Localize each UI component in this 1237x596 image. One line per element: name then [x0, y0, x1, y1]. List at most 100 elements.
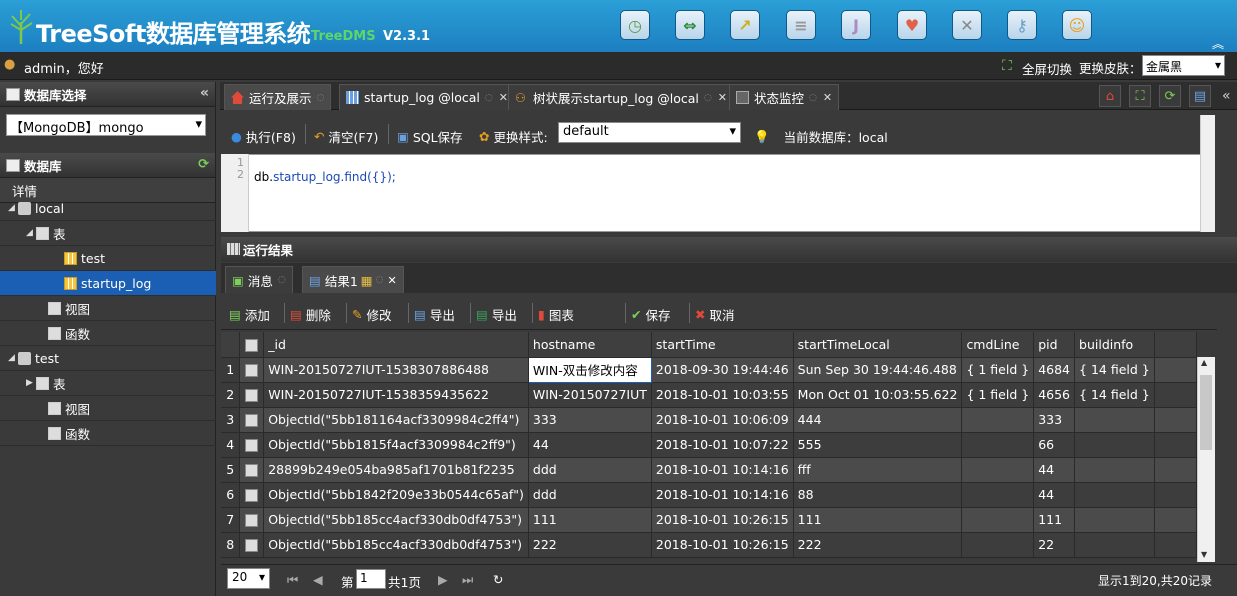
- row-checkbox[interactable]: [245, 489, 259, 502]
- tree-item[interactable]: 函数: [0, 321, 216, 346]
- table-row[interactable]: 3 ObjectId("5bb181164acf3309984c2ff4") 333…: [221, 407, 1197, 433]
- refresh-icon[interactable]: ⟳: [198, 157, 209, 172]
- table-cell[interactable]: 2018-10-01 10:07:22: [651, 432, 794, 458]
- table-cell[interactable]: 444: [793, 407, 963, 433]
- row-checkbox-cell[interactable]: [239, 507, 265, 533]
- row-checkbox[interactable]: [245, 414, 259, 427]
- table-cell[interactable]: 2018-10-01 10:26:15: [651, 507, 794, 533]
- table-cell[interactable]: 4684: [1033, 357, 1076, 383]
- grid-action-button[interactable]: ▤ 添加: [229, 305, 270, 324]
- table-cell[interactable]: [961, 457, 1035, 483]
- table-cell[interactable]: [1074, 532, 1155, 558]
- tab-run-display[interactable]: 运行及展示 ◌: [224, 84, 332, 110]
- person-icon[interactable]: ☺: [1062, 10, 1092, 40]
- tree-item[interactable]: 视图: [0, 396, 216, 421]
- page-size-select[interactable]: 20 ▾: [227, 568, 270, 589]
- editor-scrollbar[interactable]: [1200, 115, 1215, 232]
- expand-arrow-icon[interactable]: ◢: [8, 203, 18, 213]
- first-page-icon[interactable]: ⏮: [287, 572, 298, 588]
- code-line[interactable]: db.startup_log.find({});: [254, 170, 396, 184]
- table-cell[interactable]: ObjectId("5bb185cc4acf330db0df4753"): [263, 532, 529, 558]
- grid-action-button[interactable]: ▤ 删除: [290, 305, 331, 324]
- table-cell[interactable]: 4656: [1033, 382, 1076, 408]
- table-cell[interactable]: ObjectId("5bb181164acf3309984c2ff4"): [263, 407, 529, 433]
- column-header[interactable]: pid: [1033, 332, 1076, 358]
- refresh-tab-icon[interactable]: ◌: [278, 275, 286, 285]
- row-checkbox[interactable]: [245, 464, 259, 477]
- table-cell[interactable]: 44: [528, 432, 652, 458]
- row-checkbox[interactable]: [245, 539, 259, 552]
- table-cell[interactable]: [961, 532, 1035, 558]
- table-cell[interactable]: { 14 field }: [1074, 357, 1155, 383]
- table-row[interactable]: 1 WIN-20150727IUT-1538307886488 WIN-双击修改内容…: [221, 356, 1197, 383]
- table-cell[interactable]: 22: [1033, 532, 1076, 558]
- reload-icon[interactable]: ↻: [493, 572, 503, 587]
- clock-icon[interactable]: ◷: [620, 10, 650, 40]
- row-checkbox[interactable]: [245, 514, 259, 527]
- execute-button[interactable]: ● 执行(F8): [231, 127, 296, 146]
- tools-icon[interactable]: ✕: [952, 10, 982, 40]
- table-cell[interactable]: 2018-10-01 10:14:16: [651, 457, 794, 483]
- key-icon[interactable]: ⚷: [1007, 10, 1037, 40]
- table-cell[interactable]: [1074, 407, 1155, 433]
- db-select-dropdown[interactable]: 【MongoDB】mongo ▾: [6, 114, 206, 136]
- sql-editor[interactable]: [221, 154, 1215, 232]
- table-cell[interactable]: { 1 field }: [961, 382, 1035, 408]
- refresh-tab-icon[interactable]: ◌: [704, 93, 712, 103]
- database-icon[interactable]: ≡: [786, 10, 816, 40]
- table-cell[interactable]: WIN-20150727IUT-1538307886488: [263, 357, 529, 383]
- tab-startup-log[interactable]: startup_log @local ◌ ✕: [339, 84, 515, 110]
- table-cell[interactable]: [1074, 457, 1155, 483]
- row-checkbox-cell[interactable]: [239, 382, 265, 408]
- refresh-icon[interactable]: ⟳: [1159, 85, 1181, 107]
- row-checkbox-cell[interactable]: [239, 457, 265, 483]
- expand-arrow-icon[interactable]: ◢: [8, 353, 18, 363]
- row-checkbox-cell[interactable]: [239, 532, 265, 558]
- close-icon[interactable]: ✕: [718, 91, 727, 104]
- table-cell[interactable]: 2018-09-30 19:44:46: [651, 357, 794, 383]
- column-header[interactable]: hostname: [528, 332, 652, 358]
- next-page-icon[interactable]: ▶: [438, 572, 448, 587]
- clear-button[interactable]: ↶ 清空(F7): [314, 127, 378, 146]
- table-cell[interactable]: 333: [528, 407, 652, 433]
- column-header[interactable]: startTimeLocal: [793, 332, 963, 358]
- prev-page-icon[interactable]: ◀: [313, 572, 323, 587]
- table-row[interactable]: 2 WIN-20150727IUT-1538359435622 WIN-201507…: [221, 382, 1197, 408]
- tab-status-monitor[interactable]: 状态监控 ◌ ✕: [729, 84, 840, 110]
- table-cell[interactable]: 2018-10-01 10:03:55: [651, 382, 794, 408]
- row-checkbox-cell[interactable]: [239, 432, 265, 458]
- row-checkbox[interactable]: [245, 389, 259, 402]
- refresh-tab-icon[interactable]: ◌: [376, 275, 384, 285]
- table-cell[interactable]: fff: [793, 457, 963, 483]
- table-cell[interactable]: [1074, 482, 1155, 508]
- table-cell[interactable]: Mon Oct 01 10:03:55.622: [793, 382, 963, 408]
- table-row[interactable]: 6 ObjectId("5bb1842f209e33b0544c65af") ddd…: [221, 482, 1197, 508]
- chart-icon[interactable]: ↗: [730, 10, 760, 40]
- table-cell[interactable]: [961, 482, 1035, 508]
- tree-item[interactable]: 函数: [0, 421, 216, 446]
- last-page-icon[interactable]: ⏭: [462, 572, 473, 588]
- table-cell[interactable]: ObjectId("5bb185cc4acf330db0df4753"): [263, 507, 529, 533]
- tab-result-1[interactable]: ▤ 结果1 ▦ ◌ ✕: [302, 266, 404, 293]
- row-checkbox-cell[interactable]: [239, 357, 265, 383]
- table-cell[interactable]: 222: [793, 532, 963, 558]
- table-cell[interactable]: 28899b249e054ba985af1701b81f2235: [263, 457, 529, 483]
- table-cell[interactable]: WIN-20150727IUT: [528, 382, 652, 408]
- collapse-header-icon[interactable]: ︽: [1212, 35, 1224, 52]
- select-all-checkbox[interactable]: [245, 338, 259, 352]
- table-cell[interactable]: 2018-10-01 10:26:15: [651, 532, 794, 558]
- tab-tree-startup-log[interactable]: ⚇ 树状展示startup_log @local ◌ ✕: [508, 84, 734, 110]
- scroll-down-icon[interactable]: ▼: [1201, 550, 1207, 559]
- table-cell[interactable]: 111: [528, 507, 652, 533]
- arrows-icon[interactable]: ⇔: [675, 10, 705, 40]
- table-cell[interactable]: WIN-双击修改内容: [527, 356, 652, 383]
- table-cell[interactable]: [1074, 507, 1155, 533]
- save-sql-button[interactable]: ▣ SQL保存: [397, 127, 463, 146]
- heart-icon[interactable]: ♥: [897, 10, 927, 40]
- column-header[interactable]: _id: [263, 332, 529, 358]
- tree-item[interactable]: test: [0, 246, 216, 271]
- grid-action-button[interactable]: ▮ 图表: [538, 305, 574, 324]
- table-cell[interactable]: 44: [1033, 482, 1076, 508]
- table-cell[interactable]: 2018-10-01 10:06:09: [651, 407, 794, 433]
- row-checkbox[interactable]: [245, 364, 259, 377]
